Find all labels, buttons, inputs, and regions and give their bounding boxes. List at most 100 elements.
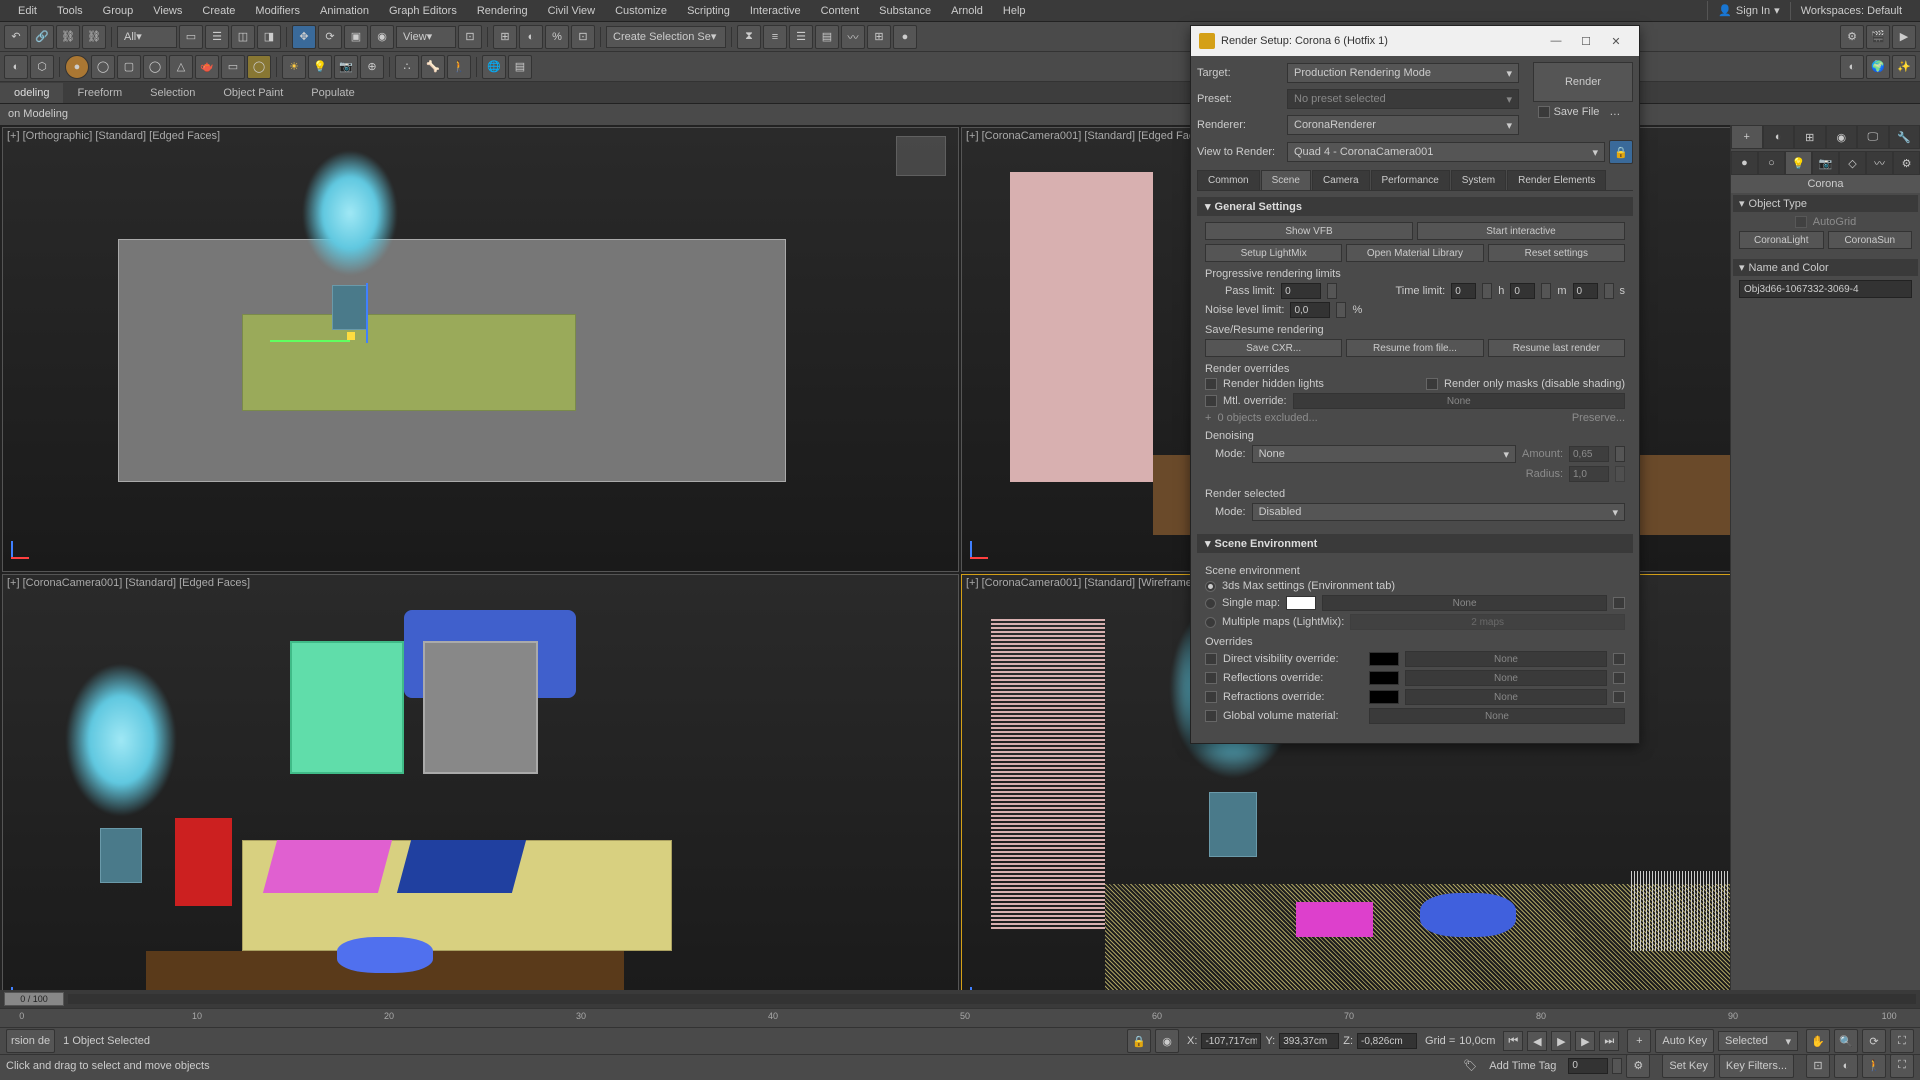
autogrid-checkbox[interactable] [1795,216,1807,228]
signin-button[interactable]: 👤 Sign In ▾ [1707,1,1789,20]
menu-edit[interactable]: Edit [8,2,47,20]
ribbon-tab-populate[interactable]: Populate [297,83,368,103]
menu-help[interactable]: Help [993,2,1036,20]
direct-vis-slot[interactable]: None [1405,651,1607,667]
single-map-enable-checkbox[interactable] [1613,597,1625,609]
geometry-subtab[interactable]: ● [1731,151,1758,175]
resume-last-button[interactable]: Resume last render [1488,339,1625,357]
tab-scene[interactable]: Scene [1261,170,1311,190]
percent-snap-button[interactable]: % [545,25,569,49]
renderer-dropdown[interactable]: CoronaRenderer▾ [1287,115,1519,135]
spinner-snap-button[interactable]: ⊡ [571,25,595,49]
unlink-button[interactable]: ⛓ [82,25,106,49]
category-dropdown[interactable]: Corona [1731,175,1920,193]
reflections-color[interactable] [1369,671,1399,685]
objects-excluded-button[interactable]: 0 objects excluded... [1217,412,1317,424]
curve-editor-button[interactable]: 〰 [841,25,865,49]
name-color-header[interactable]: ▾ Name and Color [1733,259,1918,276]
direct-vis-color[interactable] [1369,652,1399,666]
nav-zoom-extents-button[interactable]: ⊡ [1806,1054,1830,1078]
lock-selection-button[interactable]: 🔒 [1127,1029,1151,1053]
target-dropdown[interactable]: Production Rendering Mode▾ [1287,63,1519,83]
effects-button[interactable]: ✨ [1892,55,1916,79]
denoise-mode-dropdown[interactable]: None▾ [1252,445,1516,463]
menu-graph-editors[interactable]: Graph Editors [379,2,467,20]
mtl-override-checkbox[interactable] [1205,395,1217,407]
named-selection-dropdown[interactable]: Create Selection Se ▾ [606,26,726,48]
viewport-bottom-left[interactable]: [+] [CoronaCamera001] [Standard] [Edged … [2,574,959,1019]
key-mode-button[interactable]: + [1627,1029,1651,1053]
tab-render-elements[interactable]: Render Elements [1507,170,1606,190]
toggle-ribbon-button[interactable]: ▤ [815,25,839,49]
viewport-label-bl[interactable]: [+] [CoronaCamera001] [Standard] [Edged … [7,577,250,589]
plane-primitive-button[interactable]: ▭ [221,55,245,79]
key-filter-dropdown[interactable]: Selected▾ [1718,1031,1798,1051]
layers-button[interactable]: ▤ [508,55,532,79]
biped-button[interactable]: 🚶 [447,55,471,79]
window-crossing-button[interactable]: ◨ [257,25,281,49]
create-tab[interactable]: + [1731,125,1763,149]
nav-max-button[interactable]: ⛶ [1890,1029,1914,1053]
goto-start-button[interactable]: ⏮ [1503,1031,1523,1051]
amount-spinner[interactable]: 0,65 [1569,446,1609,462]
angle-snap-button[interactable]: ◐ [519,25,543,49]
x-coord-input[interactable] [1201,1033,1261,1049]
spinner-buttons[interactable] [1482,283,1492,299]
general-settings-header[interactable]: ▾ General Settings [1197,197,1633,216]
display-tab[interactable]: 🖵 [1857,125,1889,149]
isolate-button[interactable]: ◉ [1155,1029,1179,1053]
close-button[interactable]: ✕ [1601,31,1631,51]
maxscript-button[interactable]: rsion de [6,1029,55,1053]
select-move-button[interactable]: ✥ [292,25,316,49]
direct-vis-checkbox[interactable] [1205,653,1217,665]
render-hidden-checkbox[interactable] [1205,378,1217,390]
show-vfb-button[interactable]: Show VFB [1205,222,1413,240]
render-frame-button[interactable]: 🎬 [1866,25,1890,49]
object-type-header[interactable]: ▾ Object Type [1733,195,1918,212]
render-setup-button[interactable]: ⚙ [1840,25,1864,49]
save-file-checkbox[interactable] [1538,106,1550,118]
preset-dropdown[interactable]: No preset selected▾ [1287,89,1519,109]
key-filters-button[interactable]: Key Filters... [1719,1054,1794,1078]
viewport-top-left[interactable]: [+] [Orthographic] [Standard] [Edged Fac… [2,127,959,572]
play-button[interactable]: ▶ [1551,1031,1571,1051]
menu-rendering[interactable]: Rendering [467,2,538,20]
y-coord-input[interactable] [1279,1033,1339,1049]
radius-spinner[interactable]: 1,0 [1569,466,1609,482]
graphite-button[interactable]: ◐ [4,55,28,79]
helpers-subtab[interactable]: ◇ [1839,151,1866,175]
single-map-slot[interactable]: None [1322,595,1607,611]
menu-content[interactable]: Content [811,2,870,20]
camera-button[interactable]: 📷 [334,55,358,79]
time-slider[interactable]: 0 / 100 [0,990,1920,1008]
render-selected-dropdown[interactable]: Disabled▾ [1252,503,1625,521]
sphere-primitive-button[interactable]: ● [65,55,89,79]
selection-filter-dropdown[interactable]: All ▾ [117,26,177,48]
systems-subtab[interactable]: ⚙ [1893,151,1920,175]
nav-fov-button[interactable]: ◐ [1834,1054,1858,1078]
teapot-primitive-button[interactable]: 🫖 [195,55,219,79]
shapes-subtab[interactable]: ○ [1758,151,1785,175]
save-cxr-button[interactable]: Save CXR... [1205,339,1342,357]
workspace-selector[interactable]: Workspaces: Default [1790,2,1912,20]
time-h-spinner[interactable]: 0 [1451,283,1476,299]
schematic-view-button[interactable]: ⊞ [867,25,891,49]
reset-settings-button[interactable]: Reset settings [1488,244,1625,262]
material-editor-button[interactable]: ● [893,25,917,49]
multiple-maps-radio[interactable] [1205,617,1216,628]
viewcube-icon[interactable] [896,136,946,176]
tab-common[interactable]: Common [1197,170,1260,190]
spinner-buttons[interactable] [1615,466,1625,482]
nav-pan-button[interactable]: ✋ [1806,1029,1830,1053]
environment-button[interactable]: 🌍 [1866,55,1890,79]
menu-civil-view[interactable]: Civil View [538,2,605,20]
utilities-tab[interactable]: 🔧 [1889,125,1920,149]
torus-primitive-button[interactable]: ◯ [143,55,167,79]
scene-env-header[interactable]: ▾ Scene Environment [1197,534,1633,553]
select-by-name-button[interactable]: ☰ [205,25,229,49]
setup-lightmix-button[interactable]: Setup LightMix [1205,244,1342,262]
menu-arnold[interactable]: Arnold [941,2,993,20]
undo-button[interactable]: ↶ [4,25,28,49]
menu-create[interactable]: Create [192,2,245,20]
link-button[interactable]: ⛓ [56,25,80,49]
